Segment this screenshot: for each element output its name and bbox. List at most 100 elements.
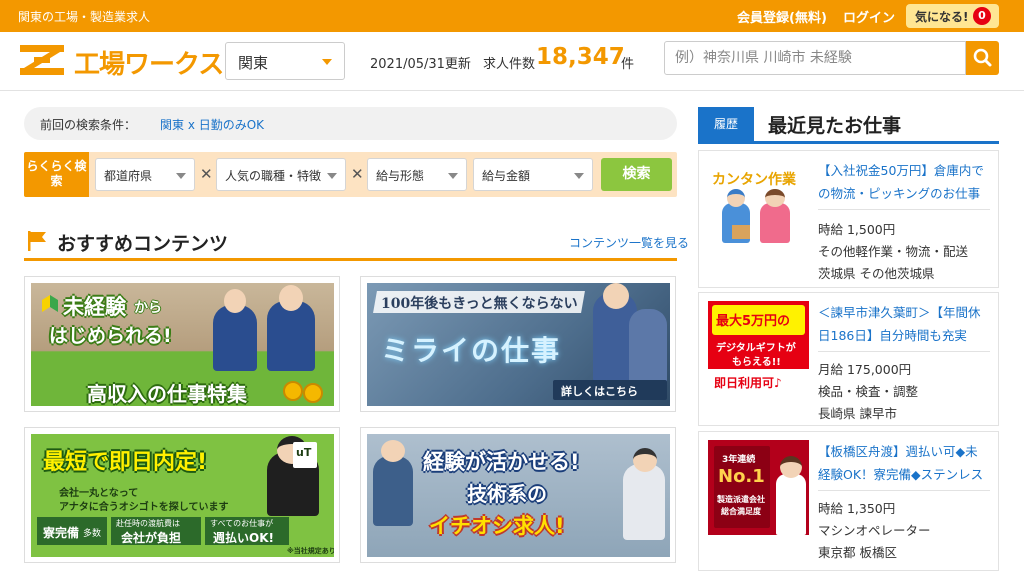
coin-icon: [303, 383, 323, 403]
history-item[interactable]: カンタン作業 【入社祝金50万円】倉庫内での物流・ピッキングのお仕事 未… 時給…: [698, 150, 999, 288]
history-item-thumbnail: 最大5万円の デジタルギフトが もらえる!! 即日利用可♪: [708, 301, 809, 396]
site-tagline: 関東の工場・製造業求人: [18, 10, 151, 24]
history-item-divider: [818, 209, 990, 210]
recently-viewed-title: 最近見たお仕事: [768, 115, 902, 137]
quick-search-tag-line1: らくらく検: [26, 159, 87, 173]
content-list-link[interactable]: コンテンツ一覧を見る: [569, 234, 689, 251]
history-item-wage: 時給 1,350円: [818, 501, 896, 516]
search-icon: [973, 48, 992, 67]
banner-technical-jobs-line1: 経験が活かせる!: [423, 450, 580, 474]
prefecture-select[interactable]: 都道府県: [95, 158, 195, 191]
history-item-title[interactable]: ＜諫早市津久葉町＞【年間休日186日】自分時間も充実で…: [818, 301, 990, 347]
worker-face: [603, 283, 629, 309]
worker-figure: [213, 305, 257, 371]
banner-inexperienced-line3: 高収入の仕事特集: [87, 382, 247, 406]
favorites-label: 気になる!: [915, 10, 969, 24]
worker-face: [381, 440, 405, 462]
update-date: 2021/05/31更新: [370, 57, 471, 72]
history-item-divider: [818, 351, 990, 352]
history-item-title[interactable]: 【板橋区舟渡】週払い可◆未経験OK！寮完備◆ステンレス鋼…: [818, 440, 990, 486]
worker-figure: [267, 301, 315, 371]
worker-figure: [373, 456, 413, 526]
favorites-count-badge: 0: [973, 7, 991, 25]
worker-face: [765, 189, 785, 207]
history-item-category: マシンオペレーター: [818, 523, 931, 538]
banner-same-day-offer[interactable]: 最短で即日内定! 会社一丸となって アナタに合うオシゴトを探しています 寮完備 …: [24, 427, 340, 563]
section-divider: [24, 258, 677, 261]
banner-inexperienced-line1b: から: [134, 300, 162, 316]
banner-note: ※当社規定あり: [287, 547, 334, 555]
times-icon: ✕: [200, 165, 213, 183]
history-item-category: その他軽作業・物流・配送: [818, 244, 969, 259]
region-value: 関東: [238, 54, 269, 72]
history-tab[interactable]: 履歴: [698, 107, 754, 141]
details-cta-label: 詳しくはこちら: [561, 385, 638, 398]
salary-select[interactable]: 給与金額: [473, 158, 593, 191]
job-type-select[interactable]: 人気の職種・特徴: [216, 158, 346, 191]
beginner-mark-icon: [42, 295, 58, 312]
history-item[interactable]: 最大5万円の デジタルギフトが もらえる!! 即日利用可♪ ＜諫早市津久葉町＞【…: [698, 292, 999, 426]
recommended-section-title: おすすめコンテンツ: [57, 233, 229, 255]
salary-select-value: 給与金額: [482, 169, 531, 183]
prefecture-select-value: 都道府県: [104, 169, 153, 183]
quick-search-button[interactable]: 検索: [601, 158, 672, 191]
thumbnail-caption-line4: 即日利用可♪: [714, 376, 782, 390]
login-link[interactable]: ログイン: [843, 7, 895, 26]
worker-figure: [776, 474, 806, 535]
banner-technical-jobs[interactable]: 経験が活かせる! 技術系の イチオシ求人!: [360, 427, 676, 563]
favorites-button[interactable]: 気になる! 0: [906, 4, 999, 28]
previous-search-condition-link[interactable]: 関東 x 日勤のみOK: [160, 116, 264, 133]
search-button[interactable]: [966, 41, 999, 75]
chevron-down-icon: [448, 173, 458, 179]
feature-weekly-pay-label: 週払いOK!: [213, 531, 274, 545]
logo-mark-icon: [20, 45, 64, 75]
banner-technical-jobs-line2: 技術系の: [467, 482, 547, 506]
logo-text: 工場ワークス: [74, 50, 224, 80]
job-type-select-value: 人気の職種・特徴: [225, 169, 322, 183]
quick-search-panel: らくらく検 索 都道府県 ✕ 人気の職種・特徴 ✕ 給与形態 給与金額 検索: [24, 152, 677, 197]
chevron-down-icon: [176, 173, 186, 179]
feature-dorm-sub: 多数: [83, 529, 102, 539]
coin-icon: [283, 381, 303, 401]
history-item-location: 長崎県 諫早市: [818, 406, 897, 421]
employment-type-select-value: 給与形態: [376, 169, 425, 183]
ut-logo: uT: [293, 442, 317, 468]
worker-figure: [629, 309, 667, 389]
banner-future-jobs-line1: 100年後もきっと無くならない: [381, 296, 578, 312]
feature-dorm-label: 寮完備: [43, 526, 80, 540]
banner-same-day-offer-image: 最短で即日内定! 会社一丸となって アナタに合うオシゴトを探しています 寮完備 …: [31, 434, 334, 557]
history-divider: [698, 141, 999, 144]
banner-same-day-offer-line2: 会社一丸となって: [59, 488, 139, 499]
chevron-down-icon: [574, 173, 584, 179]
history-item-wage: 時給 1,500円: [818, 222, 896, 237]
site-header: 工場ワークス 関東 2021/05/31更新 求人件数 18,347 件: [0, 32, 1024, 91]
thumbnail-caption-line3: 製造派遣会社: [717, 495, 765, 504]
history-item[interactable]: 3年連続 No.1 製造派遣会社 総合満足度 【板橋区舟渡】週払い可◆未経験OK…: [698, 431, 999, 571]
top-bar: 関東の工場・製造業求人 会員登録(無料) ログイン 気になる! 0: [0, 0, 1024, 32]
times-icon: ✕: [351, 165, 364, 183]
region-select[interactable]: 関東: [225, 42, 345, 80]
feature-weekly-pay: すべてのお仕事が 週払いOK!: [205, 517, 289, 545]
banner-inexperienced-welcome[interactable]: 未経験 から はじめられる! 高収入の仕事特集: [24, 276, 340, 412]
history-item-title[interactable]: 【入社祝金50万円】倉庫内での物流・ピッキングのお仕事 未…: [818, 159, 990, 205]
banner-technical-jobs-image: 経験が活かせる! 技術系の イチオシ求人!: [367, 434, 670, 557]
employment-type-select[interactable]: 給与形態: [367, 158, 467, 191]
keyword-search-input[interactable]: [664, 41, 966, 75]
member-register-link[interactable]: 会員登録(無料): [737, 7, 827, 26]
history-item-category: 検品・検査・調整: [818, 384, 919, 399]
previous-search-label: 前回の検索条件：: [40, 118, 137, 132]
job-count-label: 求人件数: [483, 57, 536, 72]
banner-inexperienced-line1: 未経験: [63, 295, 126, 319]
banner-future-jobs[interactable]: 100年後もきっと無くならない ミライの仕事 詳しくはこちら: [360, 276, 676, 412]
chevron-down-icon: [327, 173, 337, 179]
thumbnail-caption-line4: 総合満足度: [721, 507, 761, 516]
chevron-down-icon: [322, 59, 332, 65]
feature-weekly-pay-sub: すべてのお仕事が: [210, 519, 274, 528]
worker-figure: [760, 203, 790, 243]
thumbnail-caption-line1: 最大5万円の: [716, 314, 791, 329]
thumbnail-caption: カンタン作業: [712, 172, 796, 188]
thumbnail-caption-line1: 3年連続: [722, 455, 756, 465]
thumbnail-caption-line2: No.1: [718, 466, 765, 487]
box-icon: [732, 225, 750, 239]
banner-same-day-offer-line1: 最短で即日内定!: [43, 450, 208, 475]
